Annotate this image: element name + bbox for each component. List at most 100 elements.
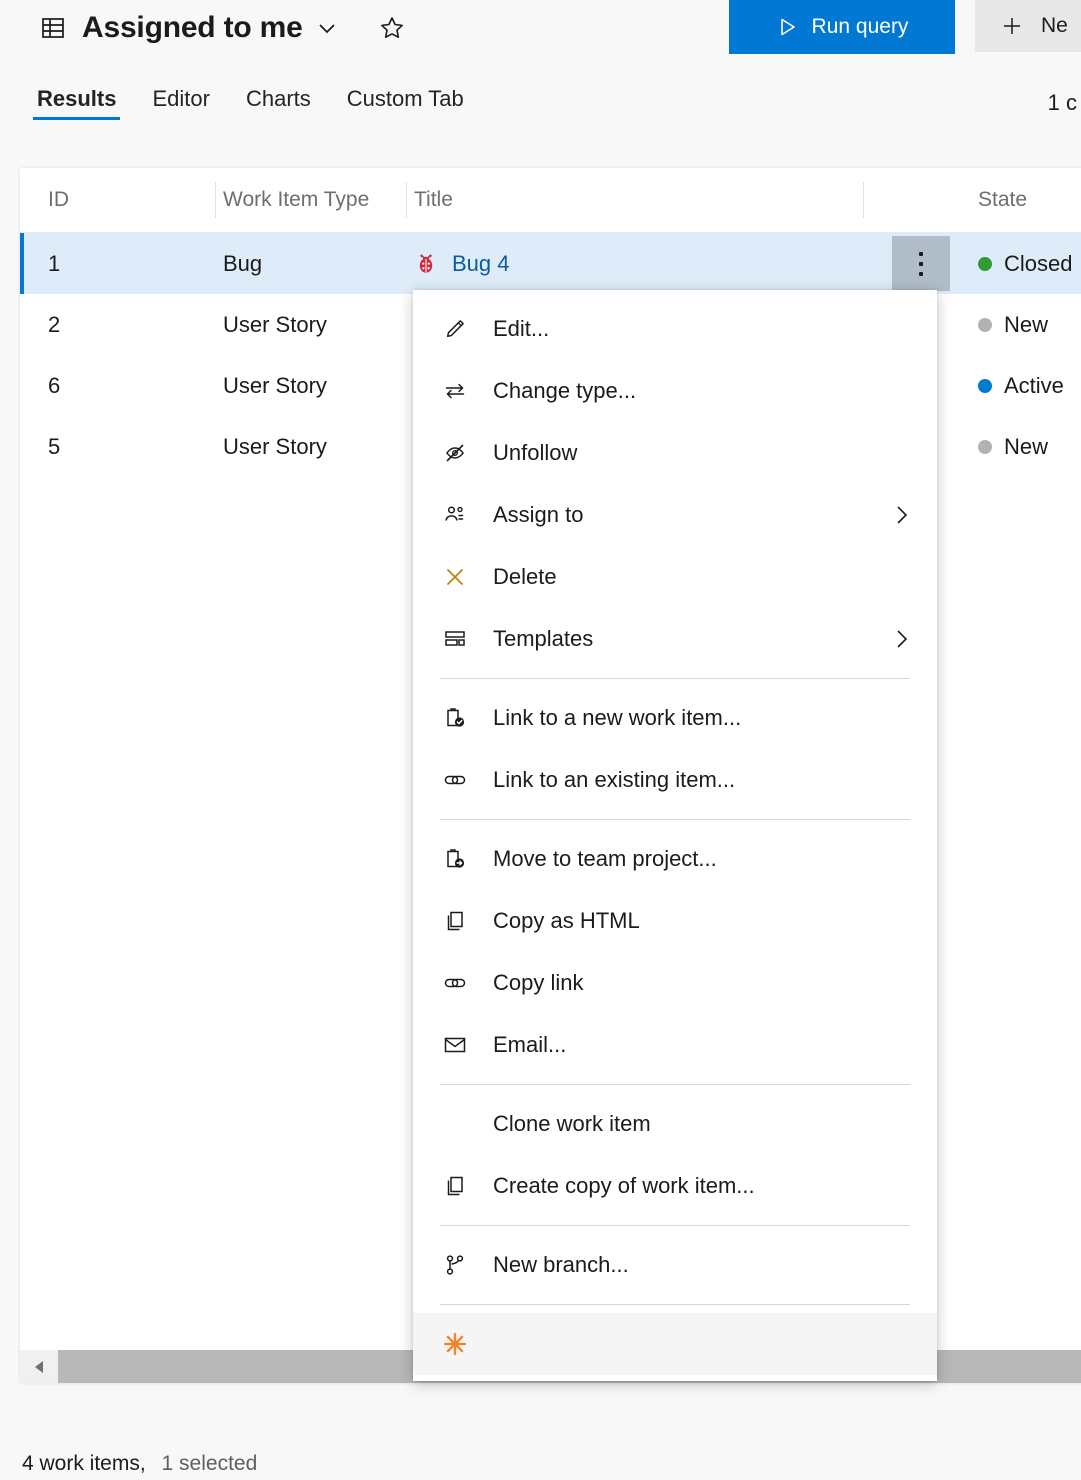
row-selection-indicator [20, 233, 24, 294]
new-work-item-button[interactable]: Ne [975, 0, 1081, 52]
menu-item-link-new-work-item[interactable]: Link to a new work item... [413, 687, 937, 749]
cell-work-item-type: User Story [223, 294, 327, 355]
row-context-menu: Edit... Change type... Unfollow [413, 290, 937, 1381]
menu-item-label: Edit... [493, 316, 937, 342]
menu-item-delete[interactable]: Delete [413, 546, 937, 608]
clipboard-arrow-icon [440, 844, 470, 874]
column-header-work-item-type[interactable]: Work Item Type [223, 168, 369, 232]
chevron-right-icon [891, 628, 913, 650]
chevron-down-icon[interactable] [315, 16, 339, 40]
new-button-label: Ne [1041, 14, 1068, 38]
menu-item-label: Copy link [493, 970, 937, 996]
page-title: Assigned to me [82, 11, 303, 45]
link-icon [440, 968, 470, 998]
cell-state: Active [978, 355, 1064, 416]
column-header-title[interactable]: Title [414, 168, 453, 232]
menu-item-label: Move to team project... [493, 846, 937, 872]
column-header-state[interactable]: State [978, 168, 1027, 232]
column-divider[interactable] [215, 182, 216, 218]
menu-item-email[interactable]: Email... [413, 1014, 937, 1076]
grid-header-row: ID Work Item Type Title State [20, 168, 1081, 233]
chevron-right-icon [891, 504, 913, 526]
cell-title-link[interactable]: Bug 4 [452, 251, 510, 277]
cell-state: New [978, 416, 1048, 477]
tab-charts[interactable]: Charts [242, 86, 315, 124]
column-header-id[interactable]: ID [48, 168, 69, 232]
menu-item-link-existing-item[interactable]: Link to an existing item... [413, 749, 937, 811]
status-badge-dot [978, 379, 992, 393]
menu-item-copy-as-html[interactable]: Copy as HTML [413, 890, 937, 952]
menu-item-label: Clone work item [493, 1111, 937, 1137]
page-header: Assigned to me Run query Ne [0, 0, 1081, 150]
status-bar: 4 work items, 1 selected [22, 1452, 257, 1476]
menu-item-label: New branch... [493, 1252, 937, 1278]
link-icon [440, 765, 470, 795]
menu-item-label: Link to an existing item... [493, 767, 937, 793]
copy-icon [440, 1171, 470, 1201]
menu-item-label: Email... [493, 1032, 937, 1058]
star-outline-icon[interactable] [379, 15, 405, 41]
menu-item-edit[interactable]: Edit... [413, 298, 937, 360]
table-grid-icon [40, 15, 66, 41]
run-query-label: Run query [812, 15, 909, 39]
menu-item-copy-link[interactable]: Copy link [413, 952, 937, 1014]
menu-item-templates[interactable]: Templates [413, 608, 937, 670]
menu-item-label: Create copy of work item... [493, 1173, 937, 1199]
tab-custom-tab[interactable]: Custom Tab [343, 86, 468, 124]
branch-icon [440, 1250, 470, 1280]
status-badge-dot [978, 440, 992, 454]
asterisk-icon [440, 1329, 470, 1359]
cell-id: 5 [48, 416, 60, 477]
menu-item-unfollow[interactable]: Unfollow [413, 422, 937, 484]
menu-item-new-branch[interactable]: New branch... [413, 1234, 937, 1296]
x-mark-icon [440, 562, 470, 592]
cell-id: 6 [48, 355, 60, 416]
plus-icon [1001, 15, 1023, 37]
column-divider[interactable] [406, 182, 407, 218]
cell-work-item-type: Bug [223, 233, 262, 294]
menu-item-label: Unfollow [493, 440, 937, 466]
more-dot [919, 262, 923, 266]
menu-item-label: Delete [493, 564, 937, 590]
tab-editor[interactable]: Editor [148, 86, 213, 124]
row-context-menu-button[interactable] [892, 236, 950, 291]
menu-item-clone-work-item[interactable]: Clone work item [413, 1093, 937, 1155]
menu-item-label: Copy as HTML [493, 908, 937, 934]
people-icon [440, 500, 470, 530]
column-divider[interactable] [863, 182, 864, 218]
menu-item-create-copy-of-work-item[interactable]: Create copy of work item... [413, 1155, 937, 1217]
more-dot [919, 252, 923, 256]
cell-state: New [978, 294, 1048, 355]
cell-state-label: Closed [1004, 251, 1072, 277]
menu-item-label: Templates [493, 626, 891, 652]
scroll-left-arrow-icon[interactable] [20, 1350, 58, 1383]
run-query-button[interactable]: Run query [729, 0, 955, 54]
menu-item-assign-to[interactable]: Assign to [413, 484, 937, 546]
cell-state: Closed [978, 233, 1072, 294]
status-badge-dot [978, 318, 992, 332]
menu-item-label: Assign to [493, 502, 891, 528]
menu-item-custom-query-result[interactable] [413, 1313, 937, 1375]
templates-icon [440, 624, 470, 654]
pencil-icon [440, 314, 470, 344]
menu-item-move-to-team-project[interactable]: Move to team project... [413, 828, 937, 890]
tab-bar: Results Editor Charts Custom Tab [33, 86, 468, 124]
clipboard-check-icon [440, 703, 470, 733]
blank-icon [440, 1109, 470, 1139]
cell-title: Bug 4 [414, 233, 510, 294]
query-title-group: Assigned to me [40, 0, 405, 55]
eye-off-icon [440, 438, 470, 468]
cell-id: 1 [48, 233, 60, 294]
menu-separator [440, 678, 910, 679]
selected-count: 1 selected [162, 1452, 258, 1475]
ladybug-icon [414, 252, 438, 276]
swap-arrows-icon [440, 376, 470, 406]
cell-id: 2 [48, 294, 60, 355]
more-dot [919, 272, 923, 276]
table-row[interactable]: 1 Bug Bug 4 [20, 233, 1081, 294]
menu-item-change-type[interactable]: Change type... [413, 360, 937, 422]
tab-results[interactable]: Results [33, 86, 120, 124]
cell-state-label: Active [1004, 373, 1064, 399]
cell-work-item-type: User Story [223, 416, 327, 477]
cell-work-item-type: User Story [223, 355, 327, 416]
